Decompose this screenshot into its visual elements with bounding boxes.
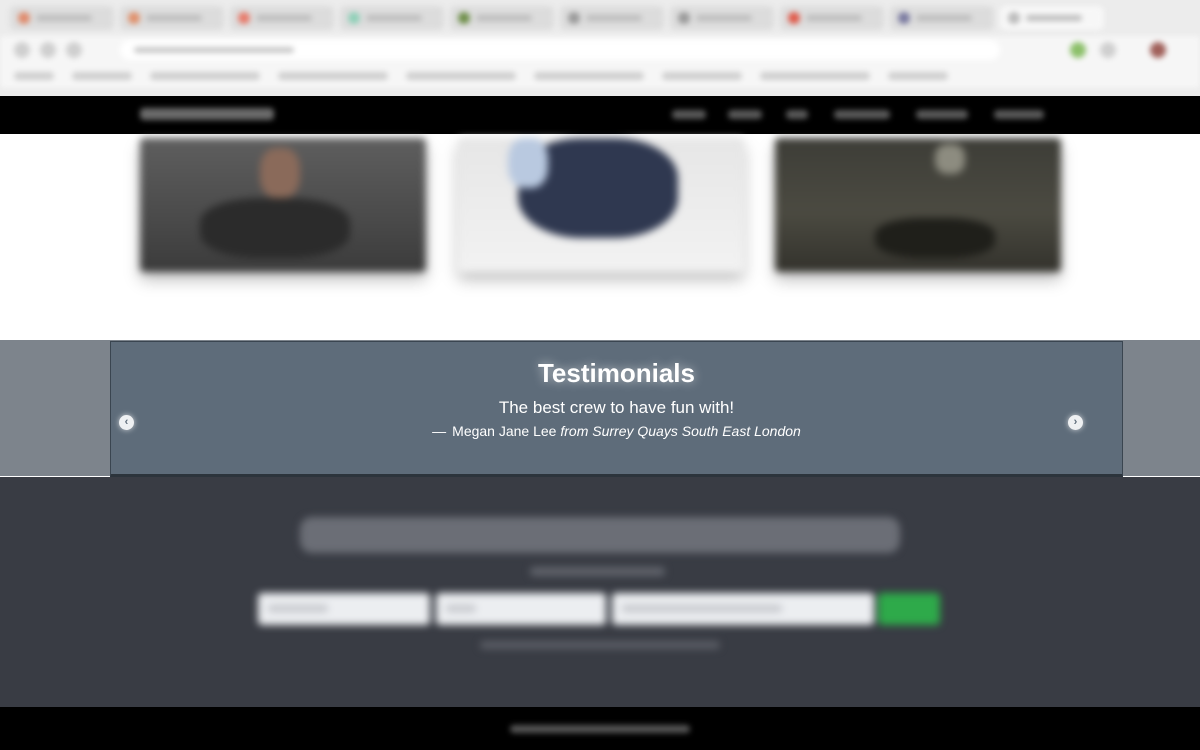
- nav-link[interactable]: [994, 110, 1044, 119]
- photo-url-field[interactable]: [612, 593, 874, 625]
- carousel-prev-button[interactable]: ‹: [119, 415, 134, 430]
- testimonials-title: Testimonials: [537, 358, 695, 388]
- browser-tab[interactable]: [560, 6, 664, 30]
- submit-button[interactable]: [878, 593, 940, 625]
- gallery-section: [0, 134, 1200, 340]
- nav-link[interactable]: [786, 110, 808, 119]
- email-field[interactable]: [436, 593, 606, 625]
- extension-icon[interactable]: [1070, 42, 1086, 58]
- nav-link[interactable]: [672, 110, 706, 119]
- nav-link[interactable]: [916, 110, 968, 119]
- profile-avatar[interactable]: [1150, 42, 1166, 58]
- bookmark-item[interactable]: [888, 72, 948, 80]
- bookmark-item[interactable]: [72, 72, 132, 80]
- gallery-card[interactable]: [775, 138, 1061, 272]
- browser-tab[interactable]: [450, 6, 554, 30]
- browser-tab[interactable]: [230, 6, 334, 30]
- browser-tab[interactable]: [120, 6, 224, 30]
- site-navbar: [0, 96, 1200, 134]
- browser-tab[interactable]: [340, 6, 444, 30]
- extension-icon[interactable]: [1100, 42, 1116, 58]
- browser-tab[interactable]: [670, 6, 774, 30]
- share-subheading: [530, 567, 665, 576]
- name-field[interactable]: [258, 593, 430, 625]
- gallery-card[interactable]: [458, 138, 744, 272]
- testimonial-citation: — Megan Jane Lee from Surrey Quays South …: [111, 423, 1122, 439]
- share-note: [480, 641, 720, 649]
- site-logo[interactable]: [140, 108, 274, 120]
- share-heading: [300, 517, 900, 553]
- testimonial-quote: The best crew to have fun with!: [498, 398, 735, 417]
- browser-chrome: [0, 0, 1200, 96]
- bookmark-item[interactable]: [278, 72, 388, 80]
- citation-dash: —: [432, 423, 447, 439]
- back-icon[interactable]: [14, 42, 30, 58]
- gallery-card[interactable]: [140, 138, 426, 272]
- carousel-next-button[interactable]: ›: [1068, 415, 1083, 430]
- browser-toolbar: [0, 36, 1200, 64]
- testimonial-author: Megan Jane Lee: [452, 423, 557, 439]
- bookmark-item[interactable]: [406, 72, 516, 80]
- bookmark-item[interactable]: [760, 72, 870, 80]
- reload-icon[interactable]: [66, 42, 82, 58]
- forward-icon[interactable]: [40, 42, 56, 58]
- bookmark-item[interactable]: [534, 72, 644, 80]
- share-section: [0, 477, 1200, 707]
- nav-link[interactable]: [834, 110, 890, 119]
- browser-tab[interactable]: [780, 6, 884, 30]
- bookmarks-bar: [0, 64, 1200, 88]
- bookmark-item[interactable]: [14, 72, 54, 80]
- browser-tab-strip: [0, 6, 1200, 34]
- chevron-right-icon: ›: [1073, 416, 1078, 428]
- site-footer: [0, 707, 1200, 750]
- browser-tab[interactable]: [10, 6, 114, 30]
- testimonial-location: from Surrey Quays South East London: [560, 423, 801, 439]
- bookmark-item[interactable]: [150, 72, 260, 80]
- address-bar[interactable]: [120, 40, 1000, 60]
- bookmark-item[interactable]: [662, 72, 742, 80]
- nav-link[interactable]: [728, 110, 762, 119]
- browser-tab[interactable]: [890, 6, 994, 30]
- chevron-left-icon: ‹: [124, 416, 129, 428]
- copyright-text: [510, 725, 690, 733]
- browser-tab-active[interactable]: [1000, 6, 1104, 30]
- testimonials-carousel: Testimonials The best crew to have fun w…: [110, 341, 1123, 477]
